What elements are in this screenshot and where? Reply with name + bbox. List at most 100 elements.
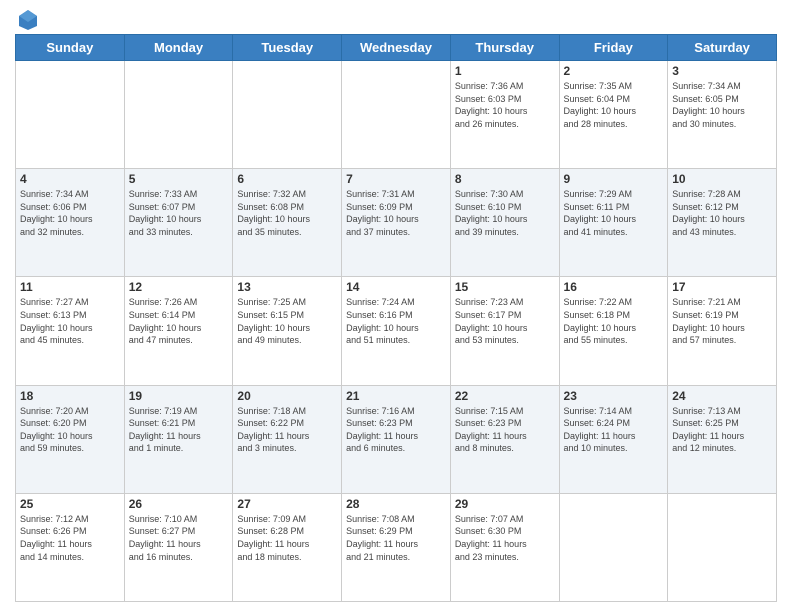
day-info: Sunrise: 7:32 AM Sunset: 6:08 PM Dayligh… bbox=[237, 188, 337, 238]
day-number: 24 bbox=[672, 389, 772, 403]
calendar-cell: 3 Sunrise: 7:34 AM Sunset: 6:05 PM Daylig… bbox=[668, 61, 777, 169]
day-info: Sunrise: 7:33 AM Sunset: 6:07 PM Dayligh… bbox=[129, 188, 229, 238]
calendar-cell: 12 Sunrise: 7:26 AM Sunset: 6:14 PM Dayli… bbox=[124, 277, 233, 385]
day-number: 9 bbox=[564, 172, 664, 186]
calendar-body: 1 Sunrise: 7:36 AM Sunset: 6:03 PM Daylig… bbox=[16, 61, 777, 602]
page: SundayMondayTuesdayWednesdayThursdayFrid… bbox=[0, 0, 792, 612]
calendar-cell: 14 Sunrise: 7:24 AM Sunset: 6:16 PM Dayli… bbox=[342, 277, 451, 385]
day-number: 21 bbox=[346, 389, 446, 403]
day-number: 8 bbox=[455, 172, 555, 186]
day-info: Sunrise: 7:25 AM Sunset: 6:15 PM Dayligh… bbox=[237, 296, 337, 346]
calendar-cell: 22Sunrise: 7:15 AM Sunset: 6:23 PM Dayli… bbox=[450, 385, 559, 493]
calendar-cell: 17 Sunrise: 7:21 AM Sunset: 6:19 PM Dayli… bbox=[668, 277, 777, 385]
day-info: Sunrise: 7:36 AM Sunset: 6:03 PM Dayligh… bbox=[455, 80, 555, 130]
calendar-week-row: 25 Sunrise: 7:12 AM Sunset: 6:26 PM Dayli… bbox=[16, 493, 777, 601]
day-info: Sunrise: 7:10 AM Sunset: 6:27 PM Dayligh… bbox=[129, 513, 229, 563]
weekday-header: Wednesday bbox=[342, 35, 451, 61]
logo-icon bbox=[17, 8, 39, 30]
header-row: SundayMondayTuesdayWednesdayThursdayFrid… bbox=[16, 35, 777, 61]
weekday-header: Saturday bbox=[668, 35, 777, 61]
calendar-cell: 20 Sunrise: 7:18 AM Sunset: 6:22 PM Dayli… bbox=[233, 385, 342, 493]
calendar-cell: 10 Sunrise: 7:28 AM Sunset: 6:12 PM Dayli… bbox=[668, 169, 777, 277]
day-number: 22 bbox=[455, 389, 555, 403]
day-info: Sunrise: 7:21 AM Sunset: 6:19 PM Dayligh… bbox=[672, 296, 772, 346]
day-number: 25 bbox=[20, 497, 120, 511]
day-number: 13 bbox=[237, 280, 337, 294]
day-number: 10 bbox=[672, 172, 772, 186]
calendar-week-row: 18Sunrise: 7:20 AM Sunset: 6:20 PM Dayli… bbox=[16, 385, 777, 493]
calendar-week-row: 11 Sunrise: 7:27 AM Sunset: 6:13 PM Dayli… bbox=[16, 277, 777, 385]
day-number: 6 bbox=[237, 172, 337, 186]
day-info: Sunrise: 7:13 AM Sunset: 6:25 PM Dayligh… bbox=[672, 405, 772, 455]
weekday-header: Thursday bbox=[450, 35, 559, 61]
day-info: Sunrise: 7:35 AM Sunset: 6:04 PM Dayligh… bbox=[564, 80, 664, 130]
calendar-table: SundayMondayTuesdayWednesdayThursdayFrid… bbox=[15, 34, 777, 602]
day-number: 29 bbox=[455, 497, 555, 511]
weekday-header: Sunday bbox=[16, 35, 125, 61]
calendar-cell: 9 Sunrise: 7:29 AM Sunset: 6:11 PM Daylig… bbox=[559, 169, 668, 277]
calendar-cell: 1 Sunrise: 7:36 AM Sunset: 6:03 PM Daylig… bbox=[450, 61, 559, 169]
calendar-cell: 2 Sunrise: 7:35 AM Sunset: 6:04 PM Daylig… bbox=[559, 61, 668, 169]
calendar-cell: 15 Sunrise: 7:23 AM Sunset: 6:17 PM Dayli… bbox=[450, 277, 559, 385]
day-info: Sunrise: 7:27 AM Sunset: 6:13 PM Dayligh… bbox=[20, 296, 120, 346]
day-number: 16 bbox=[564, 280, 664, 294]
day-info: Sunrise: 7:16 AM Sunset: 6:23 PM Dayligh… bbox=[346, 405, 446, 455]
day-number: 17 bbox=[672, 280, 772, 294]
day-number: 15 bbox=[455, 280, 555, 294]
calendar-cell: 8 Sunrise: 7:30 AM Sunset: 6:10 PM Daylig… bbox=[450, 169, 559, 277]
calendar-cell: 25 Sunrise: 7:12 AM Sunset: 6:26 PM Dayli… bbox=[16, 493, 125, 601]
calendar-cell: 13 Sunrise: 7:25 AM Sunset: 6:15 PM Dayli… bbox=[233, 277, 342, 385]
day-number: 3 bbox=[672, 64, 772, 78]
calendar-cell: 28 Sunrise: 7:08 AM Sunset: 6:29 PM Dayli… bbox=[342, 493, 451, 601]
day-number: 19 bbox=[129, 389, 229, 403]
day-info: Sunrise: 7:23 AM Sunset: 6:17 PM Dayligh… bbox=[455, 296, 555, 346]
day-info: Sunrise: 7:34 AM Sunset: 6:05 PM Dayligh… bbox=[672, 80, 772, 130]
calendar-cell: 24 Sunrise: 7:13 AM Sunset: 6:25 PM Dayli… bbox=[668, 385, 777, 493]
calendar-cell: 23 Sunrise: 7:14 AM Sunset: 6:24 PM Dayli… bbox=[559, 385, 668, 493]
calendar-cell bbox=[233, 61, 342, 169]
weekday-header: Monday bbox=[124, 35, 233, 61]
calendar-cell bbox=[124, 61, 233, 169]
calendar-cell: 4 Sunrise: 7:34 AM Sunset: 6:06 PM Daylig… bbox=[16, 169, 125, 277]
day-number: 4 bbox=[20, 172, 120, 186]
day-number: 12 bbox=[129, 280, 229, 294]
calendar-header: SundayMondayTuesdayWednesdayThursdayFrid… bbox=[16, 35, 777, 61]
day-number: 14 bbox=[346, 280, 446, 294]
day-info: Sunrise: 7:28 AM Sunset: 6:12 PM Dayligh… bbox=[672, 188, 772, 238]
calendar-week-row: 4 Sunrise: 7:34 AM Sunset: 6:06 PM Daylig… bbox=[16, 169, 777, 277]
day-info: Sunrise: 7:12 AM Sunset: 6:26 PM Dayligh… bbox=[20, 513, 120, 563]
calendar-cell: 21 Sunrise: 7:16 AM Sunset: 6:23 PM Dayli… bbox=[342, 385, 451, 493]
day-info: Sunrise: 7:08 AM Sunset: 6:29 PM Dayligh… bbox=[346, 513, 446, 563]
calendar-cell: 11 Sunrise: 7:27 AM Sunset: 6:13 PM Dayli… bbox=[16, 277, 125, 385]
calendar-cell: 18Sunrise: 7:20 AM Sunset: 6:20 PM Dayli… bbox=[16, 385, 125, 493]
day-info: Sunrise: 7:18 AM Sunset: 6:22 PM Dayligh… bbox=[237, 405, 337, 455]
day-info: Sunrise: 7:14 AM Sunset: 6:24 PM Dayligh… bbox=[564, 405, 664, 455]
day-info: Sunrise: 7:19 AM Sunset: 6:21 PM Dayligh… bbox=[129, 405, 229, 455]
day-number: 2 bbox=[564, 64, 664, 78]
day-info: Sunrise: 7:34 AM Sunset: 6:06 PM Dayligh… bbox=[20, 188, 120, 238]
day-number: 20 bbox=[237, 389, 337, 403]
day-info: Sunrise: 7:26 AM Sunset: 6:14 PM Dayligh… bbox=[129, 296, 229, 346]
calendar-cell: 16 Sunrise: 7:22 AM Sunset: 6:18 PM Dayli… bbox=[559, 277, 668, 385]
day-info: Sunrise: 7:22 AM Sunset: 6:18 PM Dayligh… bbox=[564, 296, 664, 346]
day-info: Sunrise: 7:09 AM Sunset: 6:28 PM Dayligh… bbox=[237, 513, 337, 563]
header bbox=[15, 10, 777, 26]
day-number: 26 bbox=[129, 497, 229, 511]
weekday-header: Tuesday bbox=[233, 35, 342, 61]
calendar-cell bbox=[16, 61, 125, 169]
weekday-header: Friday bbox=[559, 35, 668, 61]
calendar-cell bbox=[342, 61, 451, 169]
day-number: 5 bbox=[129, 172, 229, 186]
day-number: 27 bbox=[237, 497, 337, 511]
logo bbox=[15, 10, 39, 26]
day-info: Sunrise: 7:29 AM Sunset: 6:11 PM Dayligh… bbox=[564, 188, 664, 238]
day-number: 11 bbox=[20, 280, 120, 294]
calendar-cell: 7Sunrise: 7:31 AM Sunset: 6:09 PM Daylig… bbox=[342, 169, 451, 277]
day-number: 23 bbox=[564, 389, 664, 403]
calendar-cell: 19 Sunrise: 7:19 AM Sunset: 6:21 PM Dayli… bbox=[124, 385, 233, 493]
day-info: Sunrise: 7:24 AM Sunset: 6:16 PM Dayligh… bbox=[346, 296, 446, 346]
day-info: Sunrise: 7:30 AM Sunset: 6:10 PM Dayligh… bbox=[455, 188, 555, 238]
day-info: Sunrise: 7:31 AM Sunset: 6:09 PM Dayligh… bbox=[346, 188, 446, 238]
day-number: 1 bbox=[455, 64, 555, 78]
day-number: 28 bbox=[346, 497, 446, 511]
